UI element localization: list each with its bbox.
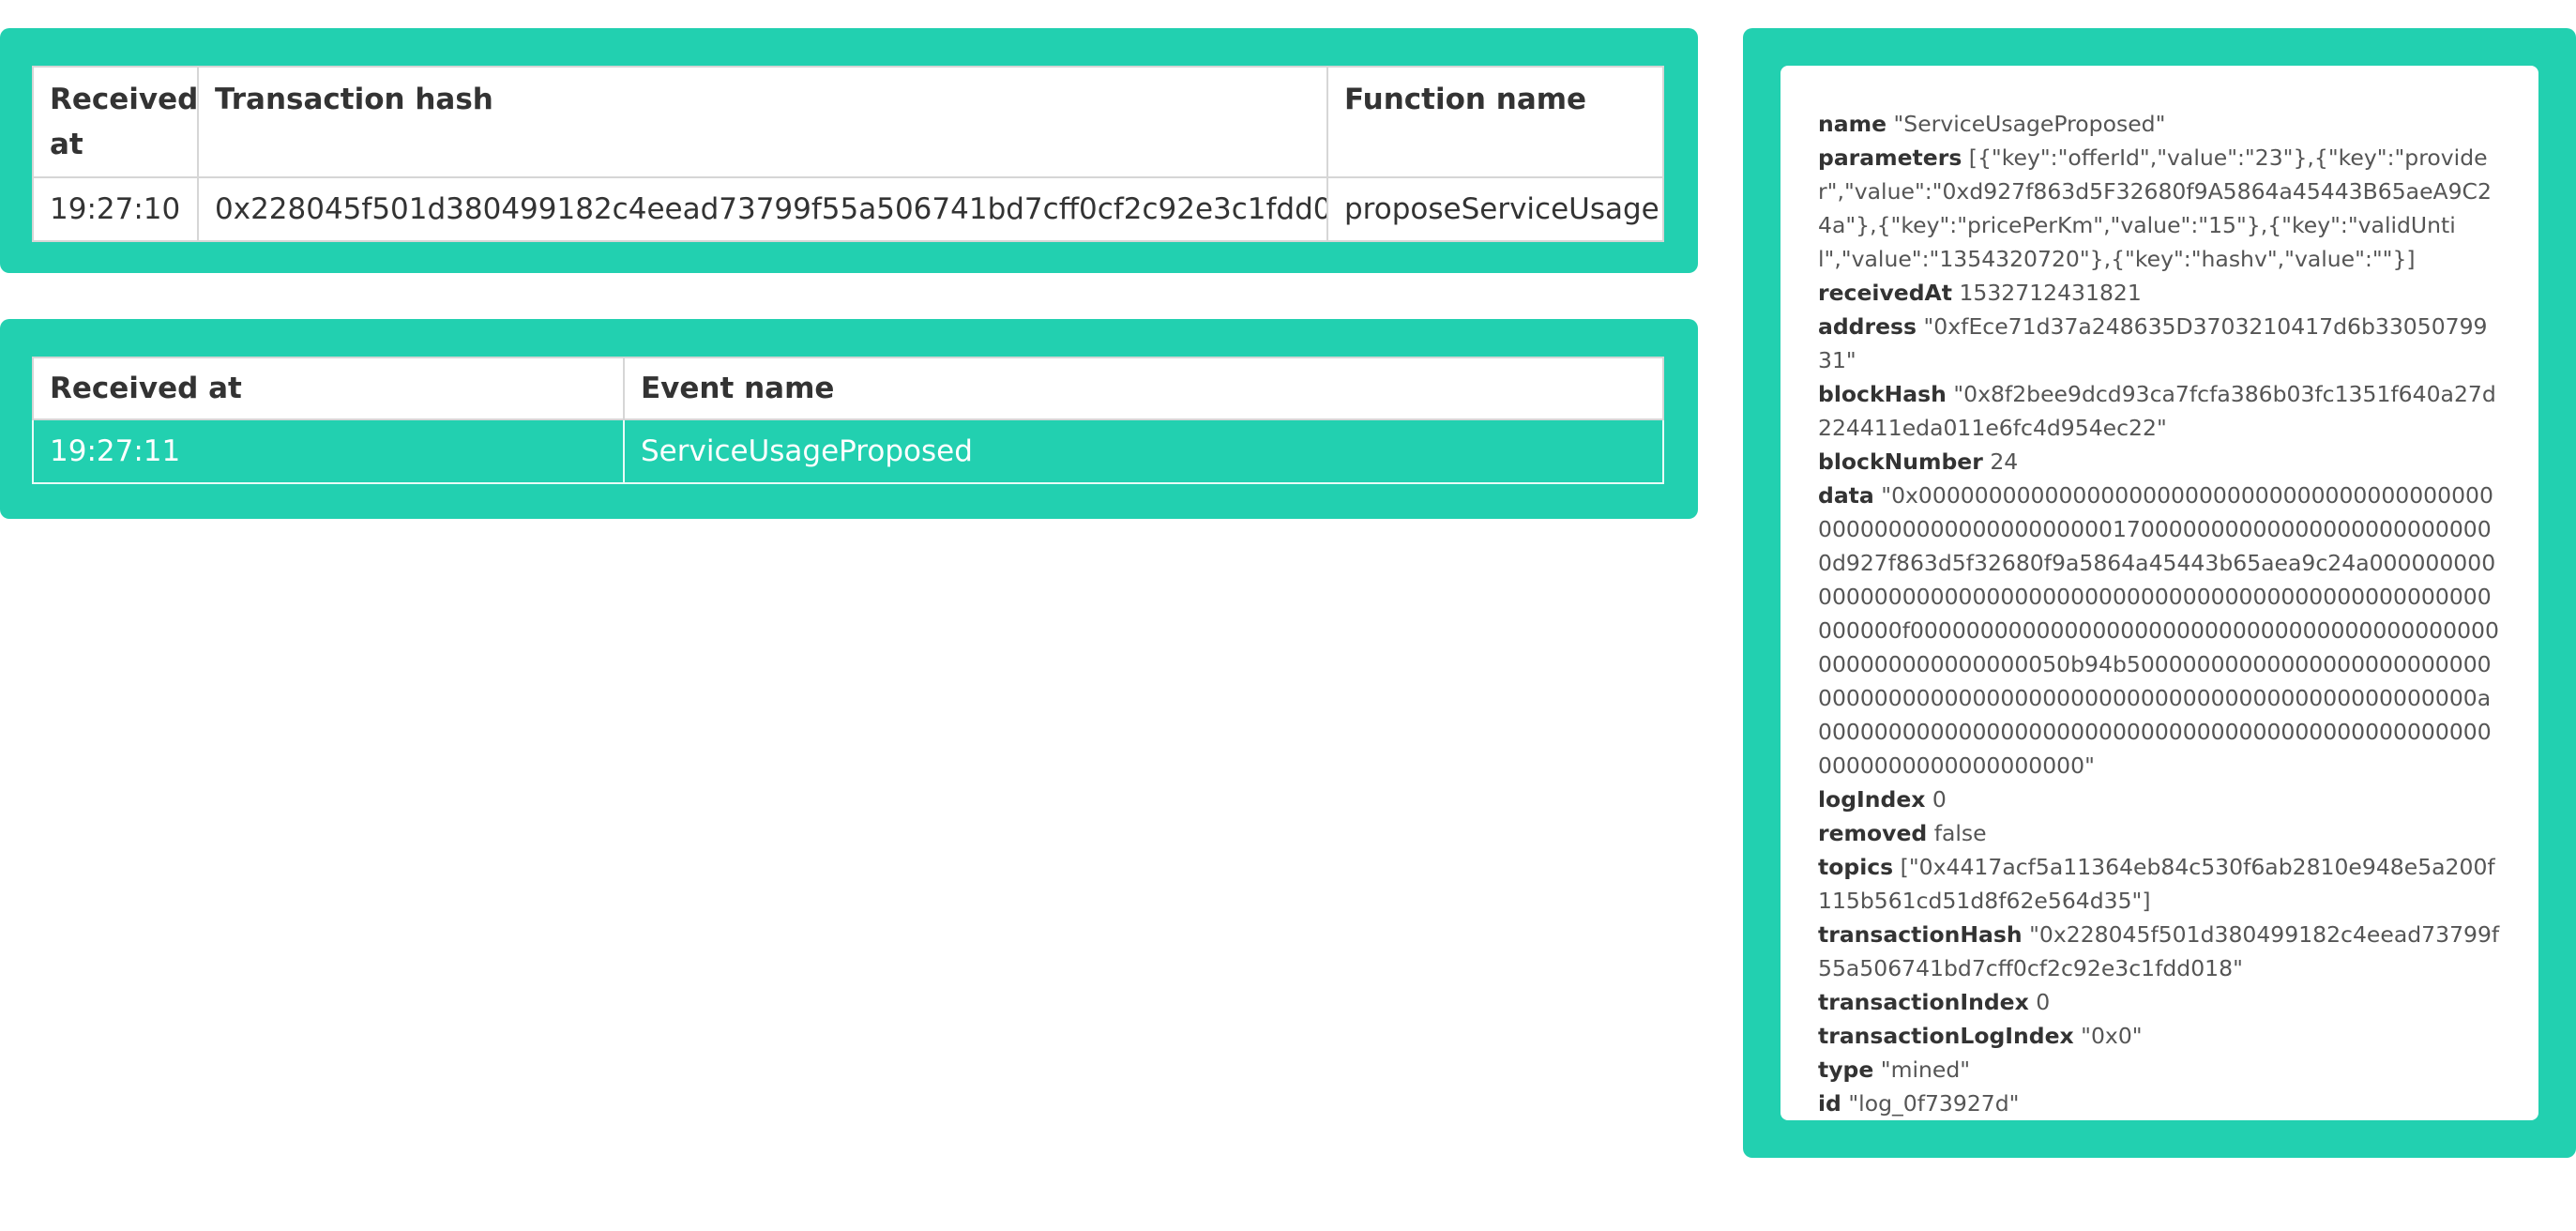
transactions-panel: Received at Transaction hash Function na… — [0, 28, 1698, 273]
table-row[interactable]: 19:27:11 ServiceUsageProposed — [32, 418, 1664, 484]
detail-value: 0 — [2036, 989, 2051, 1015]
detail-key: topics — [1818, 854, 1894, 880]
column-header-received-at: Received at — [32, 357, 625, 420]
detail-row-topics: topics ["0x4417acf5a11364eb84c530f6ab281… — [1818, 850, 2501, 918]
detail-key: blockHash — [1818, 381, 1947, 407]
detail-value: "log_0f73927d" — [1848, 1090, 2020, 1117]
transactions-table: Received at Transaction hash Function na… — [32, 66, 1664, 242]
detail-row-transaction-hash: transactionHash "0x228045f501d380499182c… — [1818, 918, 2501, 985]
transaction-hash: 0x228045f501d380499182c4eead73799f55a506… — [197, 176, 1328, 242]
detail-value: "0x0" — [2081, 1023, 2143, 1049]
event-name: ServiceUsageProposed — [623, 418, 1664, 484]
detail-row-data: data "0x00000000000000000000000000000000… — [1818, 479, 2501, 783]
detail-value: "0x0000000000000000000000000000000000000… — [1818, 482, 2499, 779]
detail-key: id — [1818, 1090, 1841, 1117]
transaction-function-name: proposeServiceUsage — [1326, 176, 1664, 242]
column-header-function-name: Function name — [1326, 66, 1664, 178]
detail-row-parameters: parameters [{"key":"offerId","value":"23… — [1818, 141, 2501, 276]
column-header-event-name: Event name — [623, 357, 1664, 420]
detail-key: blockNumber — [1818, 448, 1983, 475]
detail-row-name: name "ServiceUsageProposed" — [1818, 107, 2501, 141]
detail-row-block-hash: blockHash "0x8f2bee9dcd93ca7fcfa386b03fc… — [1818, 377, 2501, 445]
event-detail-card: name "ServiceUsageProposed" parameters [{… — [1780, 66, 2538, 1120]
detail-row-transaction-index: transactionIndex 0 — [1818, 985, 2501, 1019]
table-row[interactable]: 19:27:10 0x228045f501d380499182c4eead737… — [32, 176, 1664, 242]
detail-row-type: type "mined" — [1818, 1053, 2501, 1087]
detail-key: transactionHash — [1818, 921, 2023, 948]
detail-row-log-index: logIndex 0 — [1818, 783, 2501, 816]
detail-key: transactionLogIndex — [1818, 1023, 2074, 1049]
events-table: Received at Event name 19:27:11 ServiceU… — [32, 357, 1664, 484]
transactions-header-row: Received at Transaction hash Function na… — [32, 66, 1664, 178]
transaction-received-at: 19:27:10 — [32, 176, 199, 242]
detail-row-block-number: blockNumber 24 — [1818, 445, 2501, 479]
detail-key: removed — [1818, 820, 1928, 846]
detail-value: 0 — [1932, 786, 1947, 813]
detail-row-received-at: receivedAt 1532712431821 — [1818, 276, 2501, 310]
detail-value: "ServiceUsageProposed" — [1893, 111, 2166, 137]
detail-key: type — [1818, 1056, 1874, 1083]
detail-key: parameters — [1818, 144, 1962, 171]
detail-value: 24 — [1990, 448, 2019, 475]
detail-value: "0xfEce71d37a248635D3703210417d6b3305079… — [1818, 313, 2488, 373]
event-received-at: 19:27:11 — [32, 418, 625, 484]
detail-key: name — [1818, 111, 1887, 137]
column-header-transaction-hash: Transaction hash — [197, 66, 1328, 178]
column-header-received-at: Received at — [32, 66, 199, 178]
event-detail-panel: name "ServiceUsageProposed" parameters [{… — [1743, 28, 2576, 1158]
detail-key: data — [1818, 482, 1874, 509]
detail-key: transactionIndex — [1818, 989, 2029, 1015]
events-header-row: Received at Event name — [32, 357, 1664, 420]
detail-row-id: id "log_0f73927d" — [1818, 1087, 2501, 1120]
detail-row-removed: removed false — [1818, 816, 2501, 850]
detail-value: "mined" — [1880, 1056, 1971, 1083]
detail-row-transaction-log-index: transactionLogIndex "0x0" — [1818, 1019, 2501, 1053]
detail-value: ["0x4417acf5a11364eb84c530f6ab2810e948e5… — [1818, 854, 2495, 914]
detail-key: address — [1818, 313, 1917, 340]
detail-value: 1532712431821 — [1959, 280, 2142, 306]
detail-value: false — [1933, 820, 1987, 846]
detail-key: receivedAt — [1818, 280, 1952, 306]
detail-key: logIndex — [1818, 786, 1926, 813]
detail-row-address: address "0xfEce71d37a248635D3703210417d6… — [1818, 310, 2501, 377]
events-panel: Received at Event name 19:27:11 ServiceU… — [0, 319, 1698, 519]
